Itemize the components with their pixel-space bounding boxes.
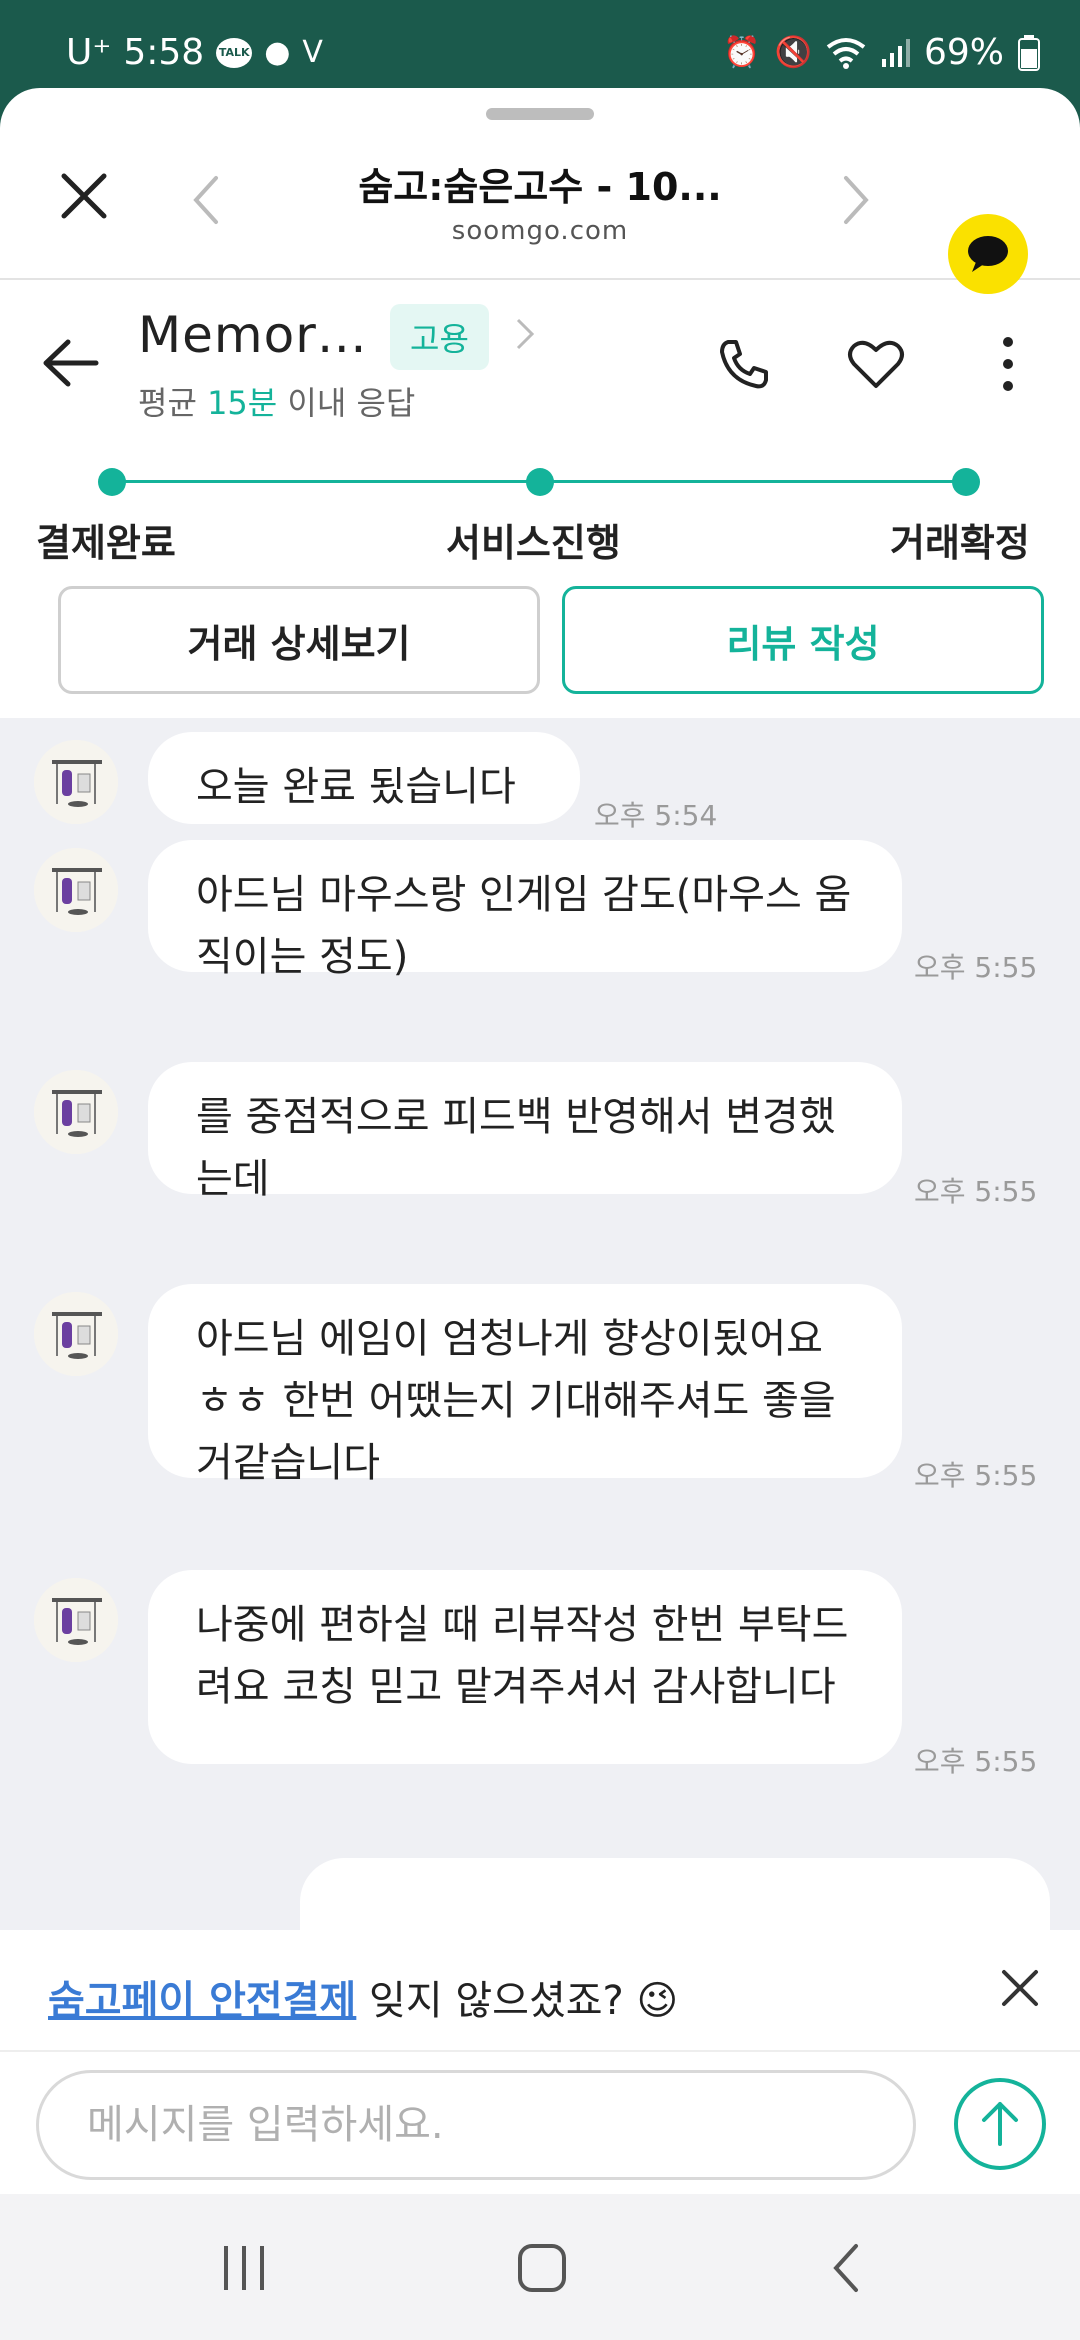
recent-apps-icon[interactable] [214,2238,274,2298]
message-bubble: 나중에 편하실 때 리뷰작성 한번 부탁드려요 코칭 믿고 맡겨주셔서 감사합니… [148,1570,902,1764]
status-right: ⏰ 🔇 69% [723,32,1040,73]
status-left: U⁺ 5:58 TALK ● V [66,32,323,73]
in-app-browser-bar: 숨고:숨은고수 - 10... soomgo.com [0,128,1080,294]
back-arrow-icon[interactable] [40,338,100,388]
message-bubble: 오늘 완료 됬습니다 [148,732,580,824]
message-text: 를 중점적으로 피드백 반영해서 변경했는데 [196,1094,836,1202]
avatar-image [34,1070,118,1154]
response-suffix: 이내 응답 [277,384,416,422]
step-label-2: 서비스진행 [446,521,621,565]
kakaotalk-notification-icon: TALK [216,37,253,68]
close-icon[interactable] [56,168,112,224]
back-icon[interactable] [818,2238,878,2298]
message-time: 오후 5:55 [914,1459,1038,1492]
system-nav-bar [0,2194,1080,2340]
chat-header: Memor… 고용 평균 15분 이내 응답 [0,280,1080,440]
avatar[interactable] [34,740,118,824]
chat-notification-icon: ● [264,34,291,70]
chevron-left-icon[interactable] [186,172,226,228]
response-time-text: 평균 15분 이내 응답 [138,378,415,424]
transaction-detail-button[interactable]: 거래 상세보기 [58,586,540,694]
safe-payment-banner: 숨고페이 안전결제 잊지 않으셨죠? 😉 [0,1930,1080,2052]
status-bar: U⁺ 5:58 TALK ● V ⏰ 🔇 69% [0,0,1080,100]
battery-percent: 69% [923,32,1004,73]
message-text: 나중에 편하실 때 리뷰작성 한번 부탁드려요 코칭 믿고 맡겨주셔서 감사합니… [196,1602,849,1710]
signal-icon [881,38,910,67]
avatar-image [34,848,118,932]
safe-payment-link[interactable]: 숨고페이 안전결제 [48,1978,356,2024]
response-time-value: 15분 [207,384,278,422]
more-vertical-icon[interactable] [998,334,1018,394]
avatar[interactable] [34,1070,118,1154]
message-time: 오후 5:55 [914,951,1038,984]
arrow-up-icon [982,2102,1018,2146]
avatar-image [34,1292,118,1376]
sheet-drag-handle[interactable] [486,108,594,120]
avatar-image [34,1578,118,1662]
message-bubble: 아드님 마우스랑 인게임 감도(마우스 움직이는 정도) [148,840,902,980]
clock: 5:58 [123,32,205,73]
message-bubble-partial [300,1858,1050,1930]
response-prefix: 평균 [138,384,208,422]
message-text: 오늘 완료 됬습니다 [196,764,516,810]
vpn-notification-icon: V [302,34,323,70]
progress-dot-1 [98,468,126,496]
send-button[interactable] [954,2078,1046,2170]
message-bubble: 를 중점적으로 피드백 반영해서 변경했는데 [148,1062,902,1202]
message-time: 오후 5:55 [914,1175,1038,1208]
heart-icon[interactable] [846,336,906,392]
speech-bubble-icon [968,236,1008,272]
avatar[interactable] [34,1578,118,1662]
banner-message: 잊지 않으셨죠? 😉 [356,1978,679,2024]
avatar[interactable] [34,848,118,932]
avatar-image [34,740,118,824]
message-bubble: 아드님 에임이 엄청나게 향상이됬어요 ㅎㅎ 한번 어땠는지 기대해주셔도 좋을… [148,1284,902,1486]
write-review-button[interactable]: 리뷰 작성 [562,586,1044,694]
hire-status-badge: 고용 [390,304,489,370]
battery-icon [1018,34,1040,71]
message-time: 오후 5:55 [914,1745,1038,1778]
step-label-1: 결제완료 [36,521,176,565]
chevron-right-icon[interactable] [512,314,538,354]
step-label-3: 거래확정 [890,521,1030,565]
progress-dot-3 [952,468,980,496]
expert-name[interactable]: Memor… [138,306,368,364]
home-icon[interactable] [512,2238,572,2298]
message-text: 아드님 마우스랑 인게임 감도(마우스 움직이는 정도) [196,872,852,980]
phone-icon[interactable] [716,336,772,392]
chat-messages[interactable]: 오늘 완료 됬습니다 오후 5:54 아드님 마우스랑 인게임 감도(마우스 움… [0,718,1080,1930]
close-icon[interactable] [1000,1968,1040,2008]
page-url: soomgo.com [451,216,629,246]
avatar[interactable] [34,1292,118,1376]
alarm-icon: ⏰ [723,34,761,70]
webview-sheet: 숨고:숨은고수 - 10... soomgo.com Memor… 고용 평균 … [0,88,1080,2340]
wifi-icon [826,37,866,69]
banner-text: 숨고페이 안전결제 잊지 않으셨죠? 😉 [48,1968,678,2026]
message-input-bar [0,2052,1080,2194]
progress-dot-2 [526,468,554,496]
chevron-right-icon[interactable] [836,172,876,228]
carrier-label: U⁺ [66,32,112,73]
transaction-progress: 결제완료 서비스진행 거래확정 [0,460,1080,580]
message-input[interactable] [36,2070,916,2180]
message-text: 아드님 에임이 엄청나게 향상이됬어요 ㅎㅎ 한번 어땠는지 기대해주셔도 좋을… [196,1316,836,1486]
mute-icon: 🔇 [774,34,812,70]
page-title: 숨고:숨은고수 - 10... [358,165,722,209]
message-time: 오후 5:54 [594,799,718,832]
